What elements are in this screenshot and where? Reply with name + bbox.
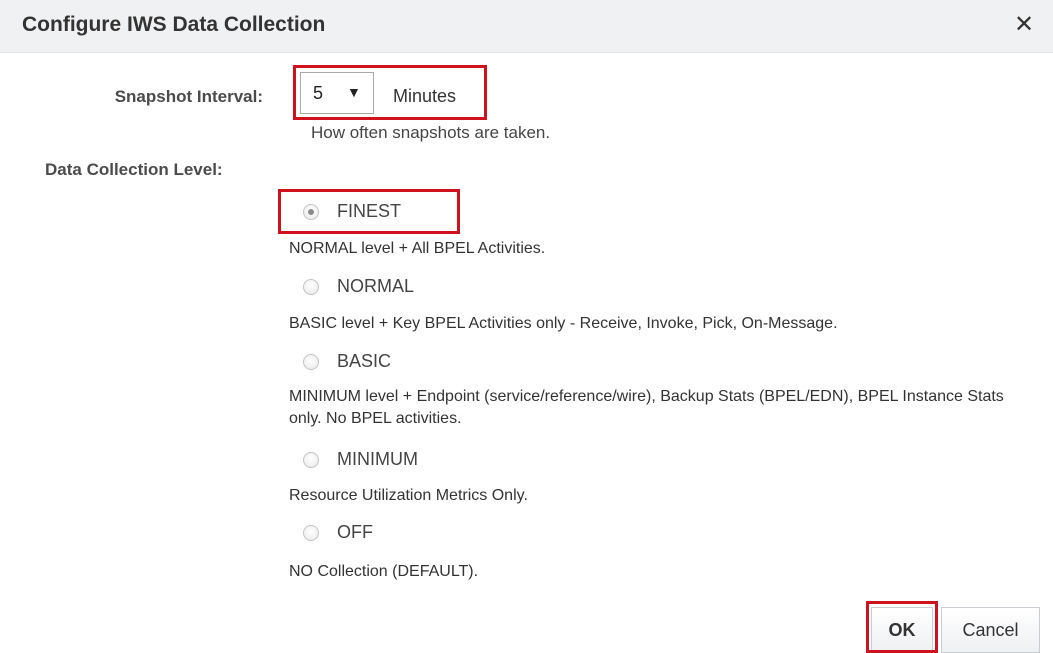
dialog-title: Configure IWS Data Collection xyxy=(22,13,326,36)
snapshot-interval-help: How often snapshots are taken. xyxy=(311,123,551,142)
ok-button[interactable]: OK xyxy=(871,607,933,653)
radio-unchecked-icon xyxy=(303,525,319,541)
cancel-button[interactable]: Cancel xyxy=(941,607,1040,653)
radio-unchecked-icon xyxy=(303,354,319,370)
chevron-down-icon: ▼ xyxy=(347,84,361,100)
radio-label-finest: FINEST xyxy=(337,201,402,221)
desc-normal: BASIC level + Key BPEL Activities only -… xyxy=(289,315,838,332)
close-icon[interactable]: ✕ xyxy=(1011,12,1037,38)
desc-off: NO Collection (DEFAULT). xyxy=(289,563,479,580)
desc-basic: MINIMUM level + Endpoint (service/refere… xyxy=(289,388,1004,427)
radio-label-normal: NORMAL xyxy=(337,276,415,296)
snapshot-interval-select[interactable]: 5 ▼ xyxy=(300,72,374,114)
radio-label-basic: BASIC xyxy=(337,351,392,371)
snapshot-interval-label: Snapshot Interval: xyxy=(114,87,263,106)
radio-label-off: OFF xyxy=(337,522,373,542)
dialog-titlebar: Configure IWS Data Collection ✕ xyxy=(0,0,1053,53)
configure-iws-dialog: Configure IWS Data Collection ✕ Snapshot… xyxy=(0,0,1053,653)
radio-checked-icon xyxy=(303,204,319,220)
radio-unchecked-icon xyxy=(303,279,319,295)
desc-finest: NORMAL level + All BPEL Activities. xyxy=(289,240,546,257)
radio-label-minimum: MINIMUM xyxy=(337,449,418,469)
snapshot-interval-unit: Minutes xyxy=(393,86,457,106)
desc-minimum: Resource Utilization Metrics Only. xyxy=(289,487,528,504)
data-collection-level-label: Data Collection Level: xyxy=(45,160,223,179)
snapshot-interval-value: 5 xyxy=(313,83,324,103)
radio-unchecked-icon xyxy=(303,452,319,468)
